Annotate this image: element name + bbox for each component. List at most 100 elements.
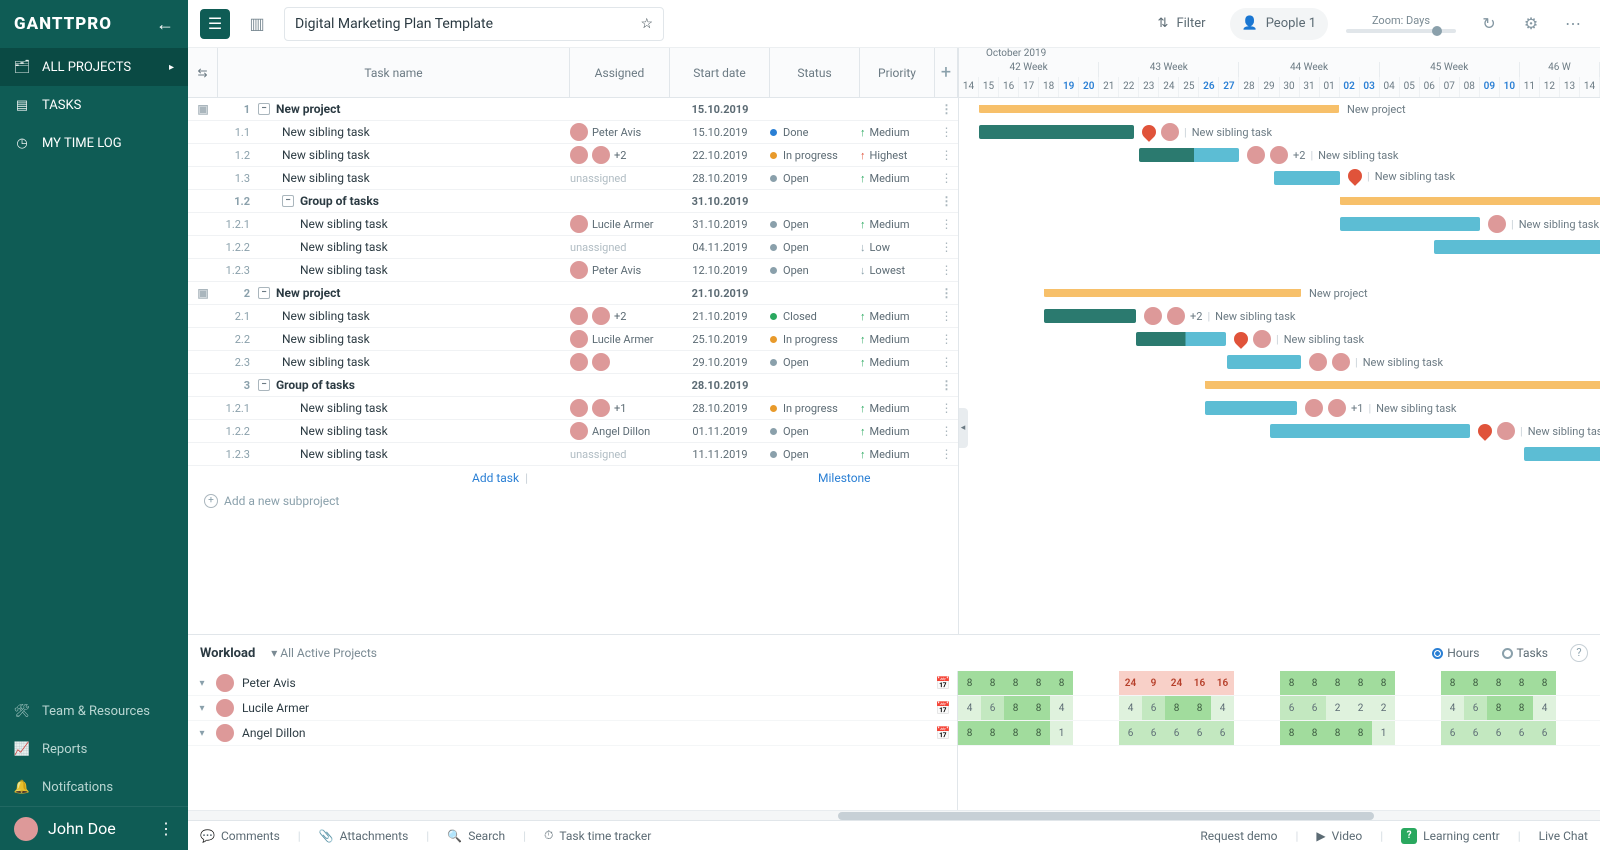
workload-cell[interactable]: 8 — [1188, 696, 1211, 720]
gantt-bar[interactable]: |New sibling task — [1270, 424, 1470, 438]
workload-cell[interactable]: 8 — [1165, 696, 1188, 720]
add-column-button[interactable]: + — [935, 48, 958, 97]
workload-cell[interactable]: 6 — [1142, 721, 1165, 745]
col-priority[interactable]: Priority — [860, 48, 935, 97]
workload-hours-radio[interactable]: Hours — [1432, 646, 1479, 660]
workload-cell[interactable]: 4 — [1119, 696, 1142, 720]
workload-cell[interactable]: 8 — [1372, 671, 1395, 695]
more-icon[interactable]: ⋯ — [1558, 9, 1588, 39]
assigned-cell[interactable]: Peter Avis — [570, 123, 670, 141]
task-row[interactable]: 1.2.3New sibling taskunassigned11.11.201… — [188, 443, 958, 466]
zoom-thumb[interactable] — [1432, 26, 1442, 36]
workload-cell[interactable]: 16 — [1211, 671, 1234, 695]
workload-cell[interactable]: 24 — [1165, 671, 1188, 695]
priority-cell[interactable]: ↑Medium — [860, 356, 935, 369]
status-cell[interactable]: In progress — [770, 333, 860, 346]
workload-cell[interactable] — [1579, 671, 1600, 695]
date-cell[interactable]: 29.10.2019 — [670, 356, 770, 369]
task-row[interactable]: 2.3New sibling task29.10.2019Open↑Medium… — [188, 351, 958, 374]
request-demo-link[interactable]: Request demo — [1200, 829, 1277, 843]
workload-cell[interactable] — [1234, 671, 1257, 695]
workload-cell[interactable]: 2 — [1372, 696, 1395, 720]
workload-cell[interactable]: 8 — [1464, 671, 1487, 695]
nav-team[interactable]: 🛠Team & Resources — [0, 692, 188, 730]
priority-cell[interactable]: ↓Low — [860, 241, 935, 254]
task-row[interactable]: ▣1− New project15.10.2019⋮ — [188, 98, 958, 121]
col-status[interactable]: Status — [770, 48, 860, 97]
status-cell[interactable]: Open — [770, 425, 860, 438]
add-subproject-button[interactable]: +Add a new subproject — [188, 489, 958, 512]
gantt-bar[interactable] — [1524, 447, 1600, 461]
priority-cell[interactable]: ↑Medium — [860, 333, 935, 346]
gantt-bar[interactable] — [1340, 197, 1600, 205]
row-menu-button[interactable]: ⋮ — [935, 263, 958, 277]
calendar-icon[interactable]: 📅 — [929, 701, 957, 715]
workload-cell[interactable]: 6 — [1188, 721, 1211, 745]
row-menu-button[interactable]: ⋮ — [935, 217, 958, 231]
workload-person-row[interactable]: ▾Lucile Armer📅 — [188, 696, 957, 721]
col-start-date[interactable]: Start date — [670, 48, 770, 97]
nav-time-log[interactable]: ◷ MY TIME LOG — [0, 124, 188, 162]
priority-cell[interactable]: ↑Highest — [860, 149, 935, 162]
board-view-button[interactable]: ▥ — [242, 9, 272, 39]
nav-reports[interactable]: 📈Reports — [0, 730, 188, 768]
time-tracker-button[interactable]: ⏱Task time tracker — [544, 828, 651, 843]
task-row[interactable]: 1.2.1New sibling taskLucile Armer31.10.2… — [188, 213, 958, 236]
assigned-cell[interactable]: unassigned — [570, 172, 670, 185]
workload-cell[interactable]: 8 — [1280, 671, 1303, 695]
workload-cell[interactable]: 8 — [1487, 696, 1510, 720]
learning-link[interactable]: ?Learning centr — [1401, 828, 1500, 844]
kebab-icon[interactable]: ⋮ — [158, 819, 174, 838]
workload-cell[interactable] — [1073, 671, 1096, 695]
workload-cell[interactable]: 8 — [1303, 671, 1326, 695]
status-cell[interactable]: Open — [770, 218, 860, 231]
workload-cell[interactable]: 6 — [1441, 721, 1464, 745]
row-menu-button[interactable]: ⋮ — [935, 171, 958, 185]
workload-cell[interactable]: 8 — [1280, 721, 1303, 745]
workload-cell[interactable] — [1073, 721, 1096, 745]
row-menu-button[interactable]: ⋮ — [935, 125, 958, 139]
workload-cell[interactable]: 8 — [1349, 721, 1372, 745]
assigned-cell[interactable]: +2 — [570, 307, 670, 325]
chevron-down-icon[interactable]: ▾ — [188, 678, 216, 689]
task-row[interactable]: 1.2.1New sibling task+128.10.2019In prog… — [188, 397, 958, 420]
assigned-cell[interactable] — [570, 353, 670, 371]
comments-button[interactable]: 💬Comments — [200, 829, 280, 843]
calendar-icon[interactable]: 📅 — [929, 676, 957, 690]
workload-cell[interactable]: 4 — [958, 696, 981, 720]
assigned-cell[interactable]: Peter Avis — [570, 261, 670, 279]
task-row[interactable]: 1.2.3New sibling taskPeter Avis12.10.201… — [188, 259, 958, 282]
gantt-bar[interactable]: +2|New sibling task — [1044, 309, 1136, 323]
expand-all-button[interactable]: ⇆ — [188, 48, 218, 97]
workload-cell[interactable] — [1096, 696, 1119, 720]
workload-cell[interactable]: 6 — [1303, 696, 1326, 720]
workload-cell[interactable] — [1418, 671, 1441, 695]
workload-cell[interactable]: 8 — [1027, 721, 1050, 745]
assigned-cell[interactable]: Lucile Armer — [570, 330, 670, 348]
workload-cell[interactable] — [1096, 721, 1119, 745]
collapse-toggle[interactable]: − — [282, 195, 294, 207]
workload-cell[interactable] — [1556, 671, 1579, 695]
status-cell[interactable]: Closed — [770, 310, 860, 323]
workload-cell[interactable] — [1257, 696, 1280, 720]
project-title-input[interactable]: Digital Marketing Plan Template ☆ — [284, 7, 664, 41]
date-cell[interactable]: 21.10.2019 — [670, 310, 770, 323]
row-menu-button[interactable]: ⋮ — [935, 286, 958, 300]
gantt-bar[interactable] — [1205, 381, 1600, 389]
comment-icon[interactable]: ▣ — [197, 286, 208, 300]
workload-cell[interactable] — [1556, 721, 1579, 745]
date-cell[interactable]: 25.10.2019 — [670, 333, 770, 346]
workload-cell[interactable] — [1395, 696, 1418, 720]
date-cell[interactable]: 28.10.2019 — [670, 172, 770, 185]
priority-cell[interactable]: ↑Medium — [860, 218, 935, 231]
attachments-button[interactable]: 📎Attachments — [319, 829, 409, 843]
workload-cell[interactable] — [1096, 671, 1119, 695]
date-cell[interactable]: 04.11.2019 — [670, 241, 770, 254]
workload-cell[interactable]: 8 — [1441, 671, 1464, 695]
priority-cell[interactable]: ↑Medium — [860, 172, 935, 185]
workload-cell[interactable]: 9 — [1142, 671, 1165, 695]
help-icon[interactable]: ? — [1570, 644, 1588, 662]
date-cell[interactable]: 15.10.2019 — [670, 126, 770, 139]
workload-cell[interactable]: 6 — [1487, 721, 1510, 745]
settings-icon[interactable]: ⚙ — [1516, 9, 1546, 39]
